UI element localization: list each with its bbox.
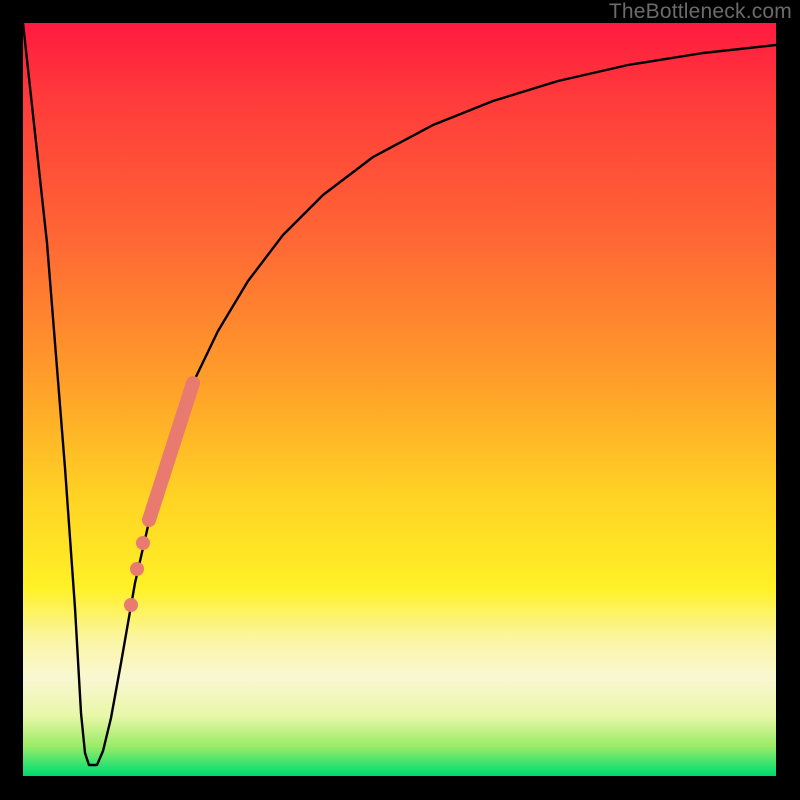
plot-area	[23, 23, 776, 776]
highlight-salmon-segment	[149, 383, 193, 520]
highlight-dot-2	[130, 562, 144, 576]
watermark-text: TheBottleneck.com	[609, 0, 792, 24]
highlight-dot-3	[124, 598, 138, 612]
bottleneck-curve	[23, 23, 776, 765]
highlight-dot-1	[136, 536, 150, 550]
curve-layer	[23, 23, 776, 776]
chart-frame: TheBottleneck.com	[0, 0, 800, 800]
